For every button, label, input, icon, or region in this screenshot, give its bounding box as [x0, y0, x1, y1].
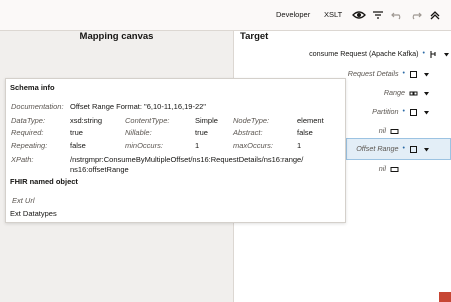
target-node-offset-range-nil[interactable]: nil — [379, 163, 399, 175]
datatype-key: DataType: — [11, 116, 46, 125]
repeating-key: Repeating: — [11, 141, 48, 150]
target-node-request-details[interactable]: Request Details • — [348, 68, 431, 80]
nillable-value: true — [195, 128, 208, 137]
schema-info-popup: Schema info Documentation: Offset Range … — [5, 78, 346, 223]
documentation-value: Offset Range Format: "6,10-11,16,19-22" — [70, 102, 206, 111]
documentation-key: Documentation: — [11, 102, 64, 111]
repeating-value: false — [70, 141, 86, 150]
redo-icon[interactable] — [408, 7, 424, 23]
abstract-value: false — [297, 128, 313, 137]
node-label: Offset Range — [356, 144, 399, 153]
required-marker-icon: • — [402, 70, 405, 77]
required-marker-icon: • — [422, 50, 425, 57]
nodetype-value: element — [297, 116, 324, 125]
toolbar: Developer XSLT — [0, 0, 451, 31]
node-label: Range — [383, 88, 405, 97]
datatype-value: xsd:string — [70, 116, 103, 125]
brand-corner-accent — [439, 292, 451, 302]
required-key: Required: — [11, 128, 44, 137]
maxoccurs-value: 1 — [297, 141, 302, 150]
maxoccurs-key: maxOccurs: — [233, 141, 274, 150]
required-marker-icon: • — [402, 108, 405, 115]
node-label: consume Request (Apache Kafka) — [309, 49, 419, 58]
node-label: Partition — [372, 107, 399, 116]
xpath-value-line2: ns16:offsetRange — [70, 165, 129, 174]
nil-attribute-icon — [390, 127, 399, 136]
caret-down-icon[interactable] — [422, 108, 431, 117]
target-node-range[interactable]: Range — [384, 87, 431, 99]
eye-icon[interactable] — [351, 7, 367, 23]
nillable-key: Nillable: — [125, 128, 152, 137]
caret-down-icon[interactable] — [422, 89, 431, 98]
undo-icon[interactable] — [389, 7, 405, 23]
mapping-canvas-title: Mapping canvas — [79, 31, 154, 42]
nodetype-key: NodeType: — [233, 116, 270, 125]
caret-down-icon[interactable] — [442, 50, 451, 59]
target-node-partition-nil[interactable]: nil — [379, 125, 399, 137]
node-label: nil — [378, 126, 386, 135]
element-icon — [409, 108, 418, 117]
caret-down-icon[interactable] — [422, 145, 431, 154]
xpath-key: XPath: — [11, 155, 34, 164]
fhir-heading: FHIR named object — [10, 177, 78, 186]
contenttype-key: ContentType: — [125, 116, 170, 125]
nil-attribute-icon — [390, 165, 399, 174]
target-node-offset-range[interactable]: Offset Range • — [356, 143, 431, 155]
required-value: true — [70, 128, 83, 137]
ext-url-label: Ext Url — [12, 196, 35, 205]
caret-down-icon[interactable] — [422, 70, 431, 79]
minoccurs-key: minOccurs: — [125, 141, 163, 150]
abstract-key: Abstract: — [233, 128, 263, 137]
element-icon — [409, 145, 418, 154]
ext-datatypes-label: Ext Datatypes — [10, 209, 57, 218]
xslt-button[interactable]: XSLT — [324, 0, 342, 30]
connector-icon — [429, 50, 438, 59]
developer-mode-button[interactable]: Developer — [276, 0, 310, 30]
collapse-up-icon[interactable] — [427, 7, 443, 23]
node-label: nil — [378, 164, 386, 173]
target-title: Target — [240, 31, 269, 42]
node-label: Request Details — [347, 69, 399, 78]
target-node-consume-request[interactable]: consume Request (Apache Kafka) • — [309, 48, 451, 60]
filter-icon[interactable] — [370, 7, 386, 23]
xpath-value-line1: /nstrgmpr:ConsumeByMultipleOffset/ns16:R… — [70, 155, 304, 164]
minoccurs-value: 1 — [195, 141, 200, 150]
link-icon — [409, 89, 418, 98]
element-icon — [409, 70, 418, 79]
contenttype-value: Simple — [195, 116, 218, 125]
schema-info-heading: Schema info — [10, 83, 55, 92]
target-node-partition[interactable]: Partition • — [372, 106, 431, 118]
required-marker-icon: • — [402, 145, 405, 152]
